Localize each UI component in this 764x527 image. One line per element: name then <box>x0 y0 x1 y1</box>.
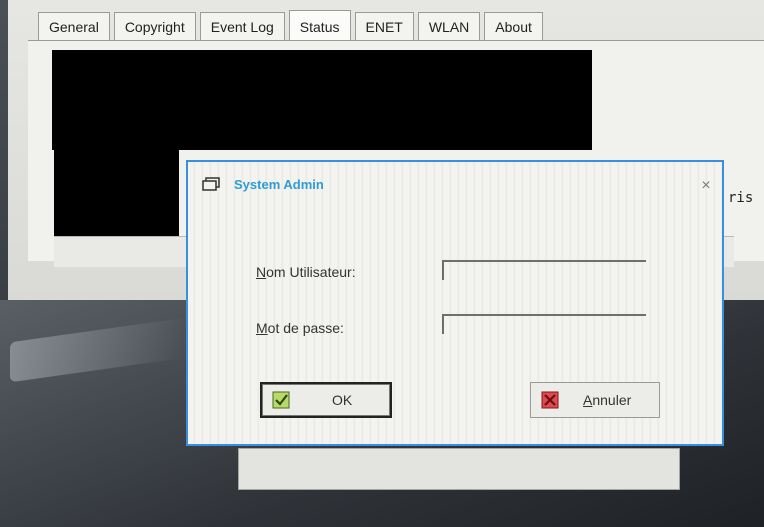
ok-button-label: OK <box>332 392 353 408</box>
tab-copyright[interactable]: Copyright <box>113 12 196 41</box>
tab-label: Event Log <box>210 19 274 35</box>
background-text: ris <box>728 190 754 206</box>
close-icon[interactable]: × <box>698 178 714 194</box>
check-icon <box>272 391 290 409</box>
tab-label: General <box>49 19 99 35</box>
username-label-text: om Utilisateur: <box>266 264 356 280</box>
background-window-strip <box>238 448 680 490</box>
dialog-title: System Admin <box>234 176 324 192</box>
tab-label: ENET <box>365 19 403 35</box>
window-icon <box>202 177 220 191</box>
tab-label: WLAN <box>428 19 470 35</box>
password-label-mnemonic: M <box>256 320 268 336</box>
tab-bar: General Copyright Event Log Status ENET … <box>38 10 543 43</box>
tab-enet[interactable]: ENET <box>354 12 414 41</box>
ok-button[interactable]: OK <box>260 382 392 418</box>
tab-general[interactable]: General <box>38 12 110 41</box>
redacted-region <box>54 150 179 236</box>
cancel-button[interactable]: Annuler <box>530 382 660 418</box>
password-input[interactable] <box>442 314 646 334</box>
password-label: Mot de passe: <box>256 320 344 336</box>
cancel-label-mnemonic: A <box>583 392 593 408</box>
dialog-titlebar: System Admin <box>202 172 324 196</box>
cancel-label-text: nnuler <box>592 392 632 408</box>
redacted-region <box>52 50 592 150</box>
tab-label: Copyright <box>124 19 185 35</box>
tab-label: Status <box>299 19 340 35</box>
tab-about[interactable]: About <box>484 12 543 41</box>
tab-wlan[interactable]: WLAN <box>417 12 481 41</box>
username-label: Nom Utilisateur: <box>256 264 356 280</box>
username-label-mnemonic: N <box>256 264 267 280</box>
tab-event-log[interactable]: Event Log <box>199 12 285 41</box>
cross-icon <box>541 391 559 409</box>
username-input[interactable] <box>442 260 646 280</box>
tab-status[interactable]: Status <box>288 10 351 43</box>
system-admin-dialog: System Admin × Nom Utilisateur: Mot de p… <box>186 160 724 446</box>
tab-label: About <box>495 19 532 35</box>
cancel-button-label: Annuler <box>583 392 631 408</box>
password-label-text: ot de passe: <box>267 320 344 336</box>
